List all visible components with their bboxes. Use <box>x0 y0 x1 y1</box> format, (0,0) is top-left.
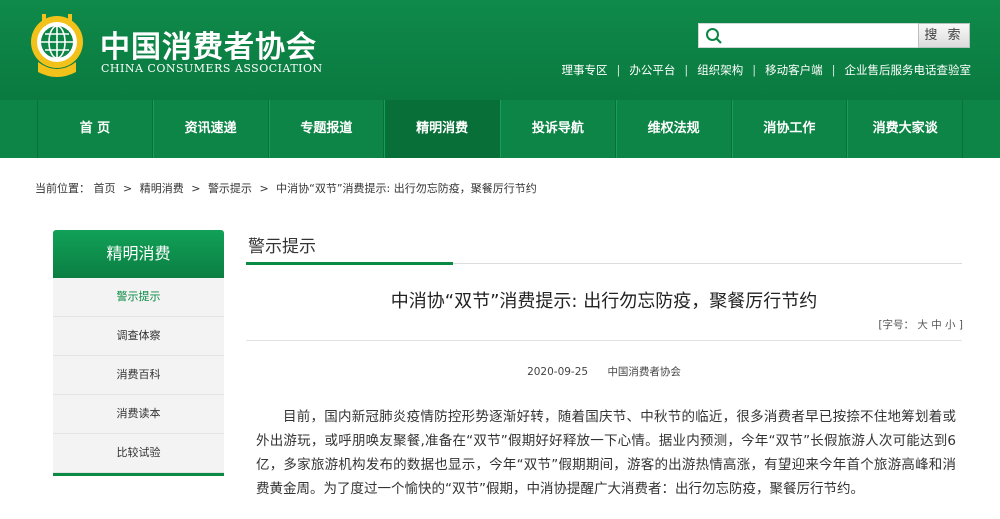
breadcrumb-warnings[interactable]: 警示提示 <box>208 182 252 195</box>
section-divider-accent <box>246 262 453 265</box>
top-link-service-check[interactable]: 企业售后服务电话查验室 <box>845 62 972 78</box>
search-input[interactable] <box>727 26 917 46</box>
article-meta: 2020-09-25 中国消费者协会 <box>246 364 962 379</box>
nav-item-complaint-guide[interactable]: 投诉导航 <box>500 100 616 158</box>
nav-item-association-work[interactable]: 消协工作 <box>731 100 848 158</box>
top-link-separator: | <box>752 63 757 77</box>
breadcrumb-arrow: > <box>123 182 133 195</box>
sidebar-item-comparison-tests[interactable]: 比较试验 <box>53 434 224 473</box>
breadcrumb-smart-consumption[interactable]: 精明消费 <box>140 182 184 195</box>
font-size-suffix: ] <box>958 319 963 331</box>
sidebar-title: 精明消费 <box>53 230 224 278</box>
sidebar: 精明消费 警示提示 调查体察 消费百科 消费读本 比较试验 <box>53 230 224 476</box>
article-date: 2020-09-25 <box>527 366 589 378</box>
font-size-prefix: [字号： <box>878 319 915 331</box>
breadcrumb-label: 当前位置： <box>35 182 90 195</box>
brand-name-cn[interactable]: 中国消费者协会 <box>100 22 317 66</box>
search-button[interactable]: 搜 索 <box>918 23 970 48</box>
nav-item-news[interactable]: 资讯速递 <box>152 100 269 158</box>
top-link-office[interactable]: 办公平台 <box>629 62 675 78</box>
article-title: 中消协“双节”消费提示: 出行勿忘防疫，聚餐厉行节约 <box>390 291 818 312</box>
top-link-mobile[interactable]: 移动客户端 <box>765 62 823 78</box>
font-size-medium[interactable]: 中 <box>931 319 942 331</box>
brand-name-en[interactable]: CHINA CONSUMERS ASSOCIATION <box>101 62 323 75</box>
breadcrumb-current: 中消协“双节”消费提示: 出行勿忘防疫，聚餐厉行节约 <box>276 182 537 195</box>
cca-logo-icon[interactable] <box>26 12 88 78</box>
top-link-organization[interactable]: 组织架构 <box>697 62 743 78</box>
top-link-separator: | <box>684 63 689 77</box>
main-nav: 首 页 资讯速递 专题报道 精明消费 投诉导航 维权法规 消协工作 消费大家谈 <box>0 100 1000 158</box>
breadcrumb-home[interactable]: 首页 <box>94 182 116 195</box>
breadcrumb-arrow: > <box>191 182 201 195</box>
sidebar-item-surveys[interactable]: 调查体察 <box>53 317 224 356</box>
sidebar-item-warnings[interactable]: 警示提示 <box>53 278 224 317</box>
top-link-separator: | <box>616 63 621 77</box>
article-body: 目前，国内新冠肺炎疫情防控形势逐渐好转，随着国庆节、中秋节的临近，很多消费者早已… <box>256 409 956 497</box>
article-source: 中国消费者协会 <box>607 366 681 378</box>
top-link-separator: | <box>831 63 836 77</box>
sidebar-bottom-bar <box>53 473 224 476</box>
sidebar-item-encyclopedia[interactable]: 消费百科 <box>53 356 224 395</box>
site-header: 中国消费者协会 CHINA CONSUMERS ASSOCIATION 搜 索 … <box>0 0 1000 100</box>
top-links: 理事专区 | 办公平台 | 组织架构 | 移动客户端 | 企业售后服务电话查验室 <box>562 62 972 78</box>
meta-divider <box>246 340 962 341</box>
font-size-small[interactable]: 小 <box>945 319 956 331</box>
font-size-large[interactable]: 大 <box>917 319 928 331</box>
top-link-council[interactable]: 理事专区 <box>562 62 608 78</box>
nav-item-special-reports[interactable]: 专题报道 <box>268 100 385 158</box>
sidebar-item-reader[interactable]: 消费读本 <box>53 395 224 434</box>
search-bar: 搜 索 <box>698 23 972 48</box>
search-icon <box>706 28 722 44</box>
breadcrumb: 当前位置： 首页 > 精明消费 > 警示提示 > 中消协“双节”消费提示: 出行… <box>35 180 537 196</box>
search-box <box>698 23 920 48</box>
font-size-switcher: [字号： 大 中 小 ] <box>878 317 963 332</box>
breadcrumb-arrow: > <box>259 182 269 195</box>
nav-item-home[interactable]: 首 页 <box>37 100 153 158</box>
section-title: 警示提示 <box>248 237 316 257</box>
nav-item-smart-consumption[interactable]: 精明消费 <box>384 100 500 158</box>
nav-item-rights-laws[interactable]: 维权法规 <box>615 100 732 158</box>
nav-item-consumer-forum[interactable]: 消费大家谈 <box>847 100 963 158</box>
